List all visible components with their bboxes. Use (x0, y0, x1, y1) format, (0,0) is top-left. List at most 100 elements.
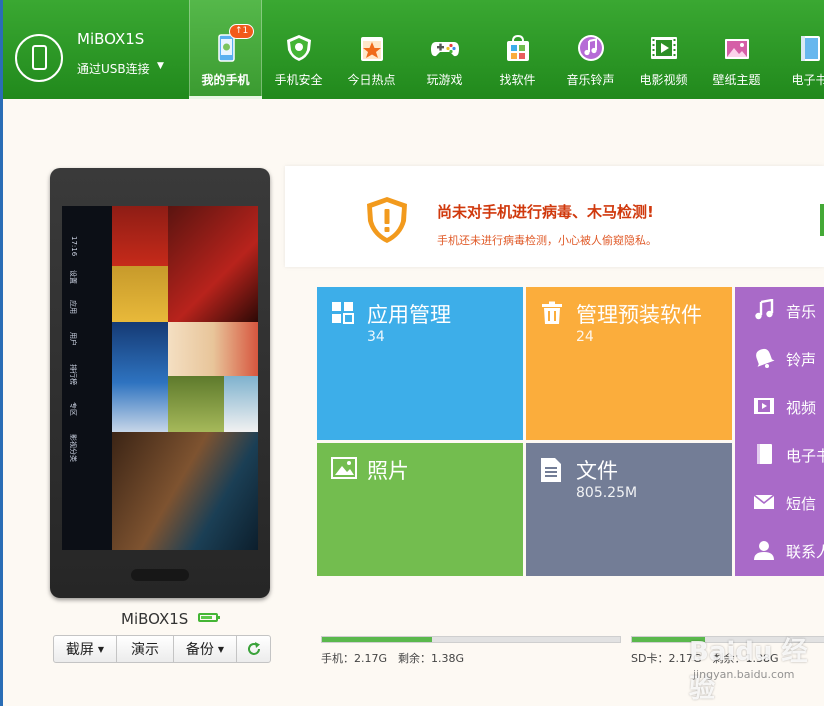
tile-count: 805.25M (576, 485, 638, 501)
poster-tile (112, 266, 168, 322)
nav-label: 壁纸主题 (712, 73, 761, 87)
poster-tile (168, 376, 224, 432)
screenshot-button[interactable]: 截屏 ▼ (53, 635, 117, 663)
chevron-down-icon[interactable]: ▼ (218, 645, 224, 654)
top-bar: MiBOX1S 通过USB连接 ▼ ↑1 我的手机 手机安全 今日热点 玩游戏 … (3, 0, 824, 99)
gamepad-icon (431, 42, 459, 57)
tile-count: 34 (367, 329, 385, 345)
nav-label: 今日热点 (347, 73, 396, 87)
preinstalled-apps-tile[interactable]: 管理预装软件 24 (526, 287, 732, 440)
side-label: 短信 (786, 495, 817, 513)
side-label: 音乐 (786, 303, 817, 321)
nav-today-hot[interactable]: 今日热点 (335, 0, 408, 99)
demo-label: 演示 (131, 642, 159, 658)
device-actions: 截屏 ▼ 演示 备份 ▼ (53, 635, 271, 665)
side-label: 联系人 (786, 543, 824, 561)
tv-menu-item: 设置 (69, 270, 77, 284)
app-management-tile[interactable]: 应用管理 34 (317, 287, 523, 440)
music-note-icon (755, 299, 774, 320)
envelope-icon (753, 494, 775, 509)
device-preview: 17:16 设置 应用 用户 排行榜 专区 影视分类 (50, 168, 270, 598)
poster-tile (112, 432, 258, 550)
contact-icon (754, 541, 774, 560)
tv-menu-item: 影视分类 (69, 434, 77, 462)
device-label: MiBOX1S (121, 610, 189, 628)
side-item-music[interactable]: 音乐 (735, 287, 824, 335)
home-button (131, 569, 189, 581)
photo-icon (331, 457, 357, 479)
nav-apps[interactable]: 找软件 (481, 0, 554, 99)
security-subtitle: 手机还未进行病毒检测，小心被人偷窥隐私。 (437, 234, 657, 247)
scan-button[interactable] (820, 204, 824, 236)
nav-label: 电影视频 (639, 73, 688, 87)
star-icon (361, 37, 383, 61)
refresh-icon (247, 642, 260, 655)
nav-wallpapers[interactable]: 壁纸主题 (700, 0, 773, 99)
connection-mode[interactable]: 通过USB连接 (77, 60, 150, 77)
store-bag-icon (507, 34, 529, 61)
nav-label: 音乐铃声 (566, 73, 615, 87)
side-label: 电子书 (786, 447, 824, 465)
nav-label: 玩游戏 (426, 73, 463, 87)
bell-icon (756, 348, 775, 368)
tile-title: 应用管理 (367, 303, 451, 327)
backup-button[interactable]: 备份 ▼ (173, 635, 237, 663)
picture-icon (725, 39, 749, 59)
nav-games[interactable]: 玩游戏 (408, 0, 481, 99)
poster-tile (224, 376, 258, 432)
phone-storage-bar (321, 636, 621, 643)
refresh-button[interactable] (236, 635, 271, 663)
photos-tile[interactable]: 照片 (317, 443, 523, 576)
media-sidebar: 音乐 铃声 视频 电子书 短信 联系人 (735, 287, 824, 576)
poster-tile (112, 206, 168, 266)
side-item-sms[interactable]: 短信 (735, 479, 824, 527)
nav-my-phone[interactable]: ↑1 我的手机 (189, 0, 262, 99)
book-icon (801, 36, 820, 61)
side-item-ringtones[interactable]: 铃声 (735, 335, 824, 383)
poster-tile (168, 206, 258, 322)
tv-menu-item: 应用 (69, 300, 77, 314)
side-item-contacts[interactable]: 联系人 (735, 527, 824, 575)
nav-label: 找软件 (499, 73, 536, 87)
demo-button[interactable]: 演示 (116, 635, 174, 663)
nav-label: 我的手机 (201, 73, 250, 87)
nav-ringtones[interactable]: 音乐铃声 (554, 0, 627, 99)
side-item-videos[interactable]: 视频 (735, 383, 824, 431)
tv-clock: 17:16 (70, 236, 78, 257)
device-screen[interactable]: 17:16 设置 应用 用户 排行榜 专区 影视分类 (62, 206, 258, 550)
security-title: 尚未对手机进行病毒、木马检测! (437, 203, 654, 221)
poster-tile (168, 322, 258, 376)
side-item-ebooks[interactable]: 电子书 (735, 431, 824, 479)
phone-storage-text: 手机：2.17G 剩余：1.38G (321, 652, 465, 665)
backup-label: 备份 (185, 642, 214, 658)
poster-tile (112, 322, 168, 432)
tv-menu-item: 专区 (69, 402, 77, 416)
shield-icon (287, 35, 311, 61)
files-tile[interactable]: 文件 805.25M (526, 443, 732, 576)
nav-label: 电子书 (791, 73, 824, 87)
video-icon (754, 398, 774, 414)
tv-menu-item: 排行榜 (69, 364, 77, 385)
nav-ebooks[interactable]: 电子书 (773, 0, 824, 99)
nav-videos[interactable]: 电影视频 (627, 0, 700, 99)
grid-icon (332, 302, 354, 324)
tile-title: 文件 (576, 459, 618, 483)
nav-phone-security[interactable]: 手机安全 (262, 0, 335, 99)
chevron-down-icon[interactable]: ▼ (98, 645, 104, 654)
watermark-url: jingyan.baidu.com (693, 668, 795, 681)
document-icon (541, 458, 561, 482)
nav-label: 手机安全 (274, 73, 323, 87)
side-label: 视频 (786, 399, 817, 417)
battery-icon (198, 613, 220, 622)
update-badge: ↑1 (229, 24, 255, 39)
main-nav: ↑1 我的手机 手机安全 今日热点 玩游戏 找软件 音乐铃声 电影视频 壁纸主题… (189, 0, 824, 99)
film-icon (651, 37, 677, 59)
device-phone-icon[interactable] (15, 34, 63, 82)
tile-title: 照片 (367, 459, 409, 483)
tile-title: 管理预装软件 (576, 303, 702, 327)
tv-menu-item: 用户 (69, 332, 77, 346)
side-label: 铃声 (786, 351, 817, 369)
connection-dropdown-icon[interactable]: ▼ (157, 61, 164, 71)
trash-icon (542, 301, 562, 324)
app-window: MiBOX1S 通过USB连接 ▼ ↑1 我的手机 手机安全 今日热点 玩游戏 … (3, 0, 824, 706)
